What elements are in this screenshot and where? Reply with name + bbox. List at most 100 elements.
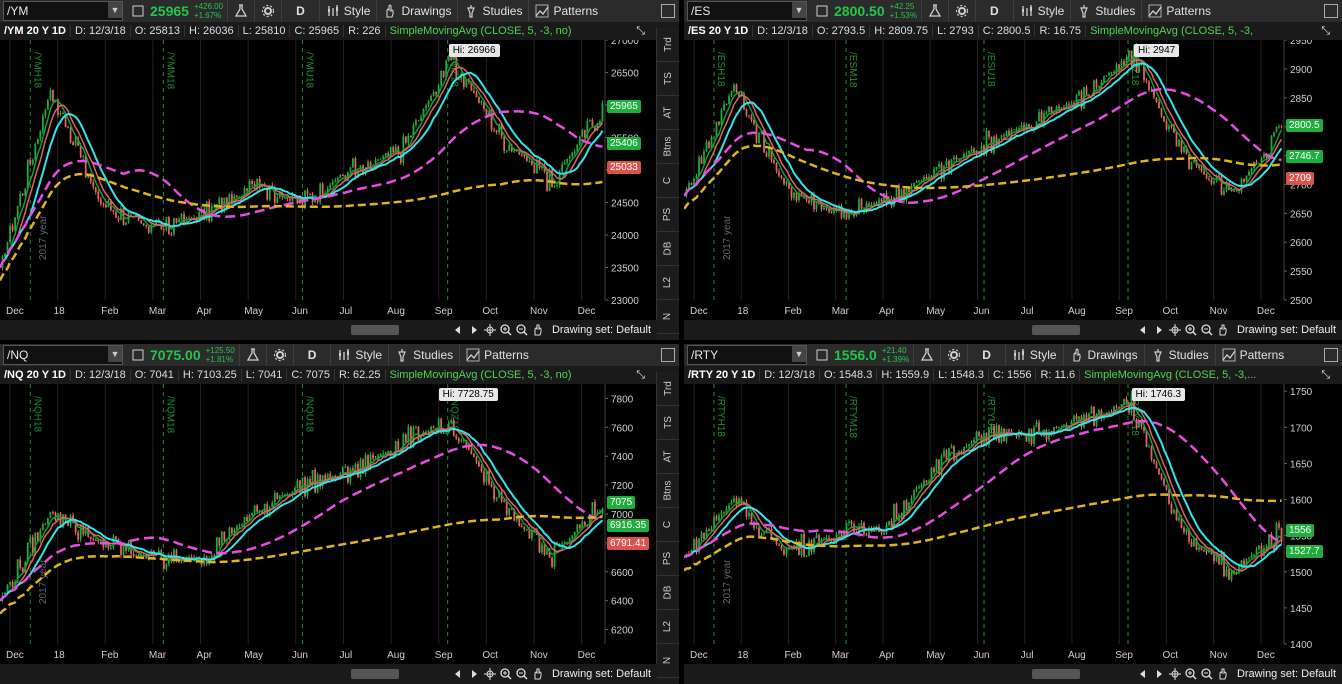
chevron-down-icon[interactable]: ▼ bbox=[792, 346, 806, 362]
price-chart[interactable]: /YMH18/YMM18/YMU18/YMZ182017 year2700026… bbox=[0, 36, 657, 320]
timeframe-button[interactable]: D bbox=[292, 344, 331, 366]
pan-right-icon[interactable] bbox=[1153, 324, 1165, 336]
style-button[interactable]: Style bbox=[318, 0, 377, 22]
symbol-selector[interactable]: /ES ▼ bbox=[687, 1, 807, 21]
style-button[interactable]: Style bbox=[1012, 0, 1071, 22]
pan-right-icon[interactable] bbox=[468, 324, 480, 336]
hand-icon[interactable] bbox=[1217, 668, 1229, 680]
side-tab-l2[interactable]: L2 bbox=[657, 266, 679, 300]
pan-left-icon[interactable] bbox=[1137, 668, 1149, 680]
symbol-selector[interactable]: /NQ ▼ bbox=[3, 345, 123, 365]
style-button[interactable]: Style bbox=[1004, 344, 1063, 366]
info-study[interactable]: SimpleMovingAvg (CLOSE, 5, -3, no) bbox=[386, 369, 576, 381]
side-tab-btns[interactable]: Btns bbox=[657, 474, 679, 508]
maximize-icon[interactable] bbox=[1324, 4, 1338, 18]
side-tab-ts[interactable]: TS bbox=[657, 406, 679, 440]
maximize-icon[interactable] bbox=[1324, 348, 1338, 362]
patterns-button[interactable]: Patterns bbox=[528, 0, 604, 22]
scrollbar-thumb[interactable] bbox=[350, 669, 400, 679]
studies-button[interactable]: Studies bbox=[1070, 0, 1141, 22]
side-tab-at[interactable]: AT bbox=[657, 440, 679, 474]
hand-icon[interactable] bbox=[532, 668, 544, 680]
zoom-out-icon[interactable] bbox=[1201, 324, 1213, 336]
zoom-out-icon[interactable] bbox=[516, 668, 528, 680]
pan-left-icon[interactable] bbox=[1137, 324, 1149, 336]
side-tab-c[interactable]: C bbox=[657, 508, 679, 542]
maximize-icon[interactable] bbox=[661, 4, 675, 18]
patterns-button[interactable]: Patterns bbox=[459, 344, 535, 366]
crosshair-icon[interactable] bbox=[483, 324, 496, 336]
drawing-set-label[interactable]: Drawing set: Default bbox=[546, 668, 657, 680]
settings-button[interactable] bbox=[947, 0, 975, 22]
side-tab-db[interactable]: DB bbox=[657, 232, 679, 266]
timeframe-button[interactable]: D bbox=[974, 0, 1013, 22]
side-tab-ps[interactable]: PS bbox=[657, 198, 679, 232]
studies-button[interactable]: Studies bbox=[457, 0, 528, 22]
zoom-in-icon[interactable] bbox=[500, 324, 512, 336]
price-chart[interactable]: /RTYH18/RTYM18/RTYU18/RTYZ182017 year175… bbox=[684, 384, 1342, 664]
drawings-button[interactable]: Drawings bbox=[1062, 344, 1144, 366]
symbol-selector[interactable]: /YM ▼ bbox=[3, 1, 123, 21]
studies-button[interactable]: Studies bbox=[388, 344, 459, 366]
side-tab-btns[interactable]: Btns bbox=[657, 130, 679, 164]
crosshair-icon[interactable] bbox=[1168, 324, 1181, 336]
zoom-in-icon[interactable] bbox=[1185, 668, 1197, 680]
settings-button[interactable] bbox=[265, 344, 293, 366]
info-study[interactable]: SimpleMovingAvg (CLOSE, 5, -3, bbox=[1086, 25, 1257, 37]
expand-arrow-icon[interactable]: ⤡ bbox=[1317, 369, 1334, 382]
side-tab-at[interactable]: AT bbox=[657, 96, 679, 130]
drawings-button[interactable]: Drawings bbox=[376, 0, 457, 22]
hand-icon[interactable] bbox=[1217, 324, 1229, 336]
side-tab-n[interactable]: N bbox=[657, 644, 679, 678]
timeframe-button[interactable]: D bbox=[967, 344, 1005, 366]
zoom-in-icon[interactable] bbox=[500, 668, 512, 680]
info-study[interactable]: SimpleMovingAvg (CLOSE, 5, -3,... bbox=[1080, 369, 1260, 381]
scrollbar-thumb[interactable] bbox=[350, 325, 400, 335]
flask-button[interactable] bbox=[227, 0, 254, 22]
style-button[interactable]: Style bbox=[330, 344, 388, 366]
chart-canvas[interactable]: /YMH18/YMM18/YMU18/YMZ18 2017 year 27000 26… bbox=[0, 36, 657, 323]
chevron-down-icon[interactable]: ▼ bbox=[108, 346, 122, 362]
drawing-set-label[interactable]: Drawing set: Default bbox=[1231, 668, 1342, 680]
flask-button[interactable] bbox=[238, 344, 266, 366]
info-study[interactable]: SimpleMovingAvg (CLOSE, 5, -3, no) bbox=[386, 25, 576, 37]
flask-button[interactable] bbox=[920, 0, 948, 22]
settings-button[interactable] bbox=[940, 344, 967, 366]
pan-left-icon[interactable] bbox=[452, 324, 464, 336]
expand-arrow-icon[interactable]: ⤡ bbox=[1317, 25, 1334, 38]
symbol-selector[interactable]: /RTY ▼ bbox=[687, 345, 807, 365]
patterns-button[interactable]: Patterns bbox=[1141, 0, 1217, 22]
expand-arrow-icon[interactable]: ⤡ bbox=[632, 369, 649, 382]
link-icon[interactable] bbox=[131, 348, 145, 362]
timeframe-button[interactable]: D bbox=[281, 0, 319, 22]
scrollbar-thumb[interactable] bbox=[1032, 669, 1080, 679]
hand-icon[interactable] bbox=[532, 324, 544, 336]
flask-button[interactable] bbox=[913, 344, 940, 366]
side-tab-c[interactable]: C bbox=[657, 164, 679, 198]
drawing-set-label[interactable]: Drawing set: Default bbox=[1231, 324, 1342, 336]
zoom-in-icon[interactable] bbox=[1185, 324, 1197, 336]
pan-right-icon[interactable] bbox=[468, 668, 480, 680]
side-tab-db[interactable]: DB bbox=[657, 576, 679, 610]
chart-canvas[interactable]: /NQH18/NQM18/NQU18/NQZ18 2017 year 7800 760… bbox=[0, 384, 657, 667]
link-icon[interactable] bbox=[815, 348, 829, 362]
side-tab-trd[interactable]: Trd bbox=[657, 28, 679, 62]
zoom-out-icon[interactable] bbox=[516, 324, 528, 336]
link-icon[interactable] bbox=[131, 4, 145, 18]
chevron-down-icon[interactable]: ▼ bbox=[108, 2, 122, 18]
scrollbar-thumb[interactable] bbox=[1032, 325, 1080, 335]
crosshair-icon[interactable] bbox=[1168, 668, 1181, 680]
side-tab-trd[interactable]: Trd bbox=[657, 372, 679, 406]
side-tab-l2[interactable]: L2 bbox=[657, 610, 679, 644]
chart-canvas[interactable]: /ESH18/ESM18/ESU18/ESZ18 2017 year 2950 290… bbox=[684, 36, 1342, 323]
maximize-icon[interactable] bbox=[661, 348, 675, 362]
side-tab-ps[interactable]: PS bbox=[657, 542, 679, 576]
pan-left-icon[interactable] bbox=[452, 668, 464, 680]
chart-canvas[interactable]: /RTYH18/RTYM18/RTYU18/RTYZ182017 year175… bbox=[684, 384, 1342, 667]
side-tab-n[interactable]: N bbox=[657, 300, 679, 334]
price-chart[interactable]: /ESH18/ESM18/ESU18/ESZ182017 year2950290… bbox=[684, 36, 1342, 320]
drawing-set-label[interactable]: Drawing set: Default bbox=[546, 324, 657, 336]
settings-button[interactable] bbox=[254, 0, 281, 22]
price-chart[interactable]: /NQH18/NQM18/NQU18/NQZ182017 year7800760… bbox=[0, 384, 657, 664]
pan-right-icon[interactable] bbox=[1153, 668, 1165, 680]
